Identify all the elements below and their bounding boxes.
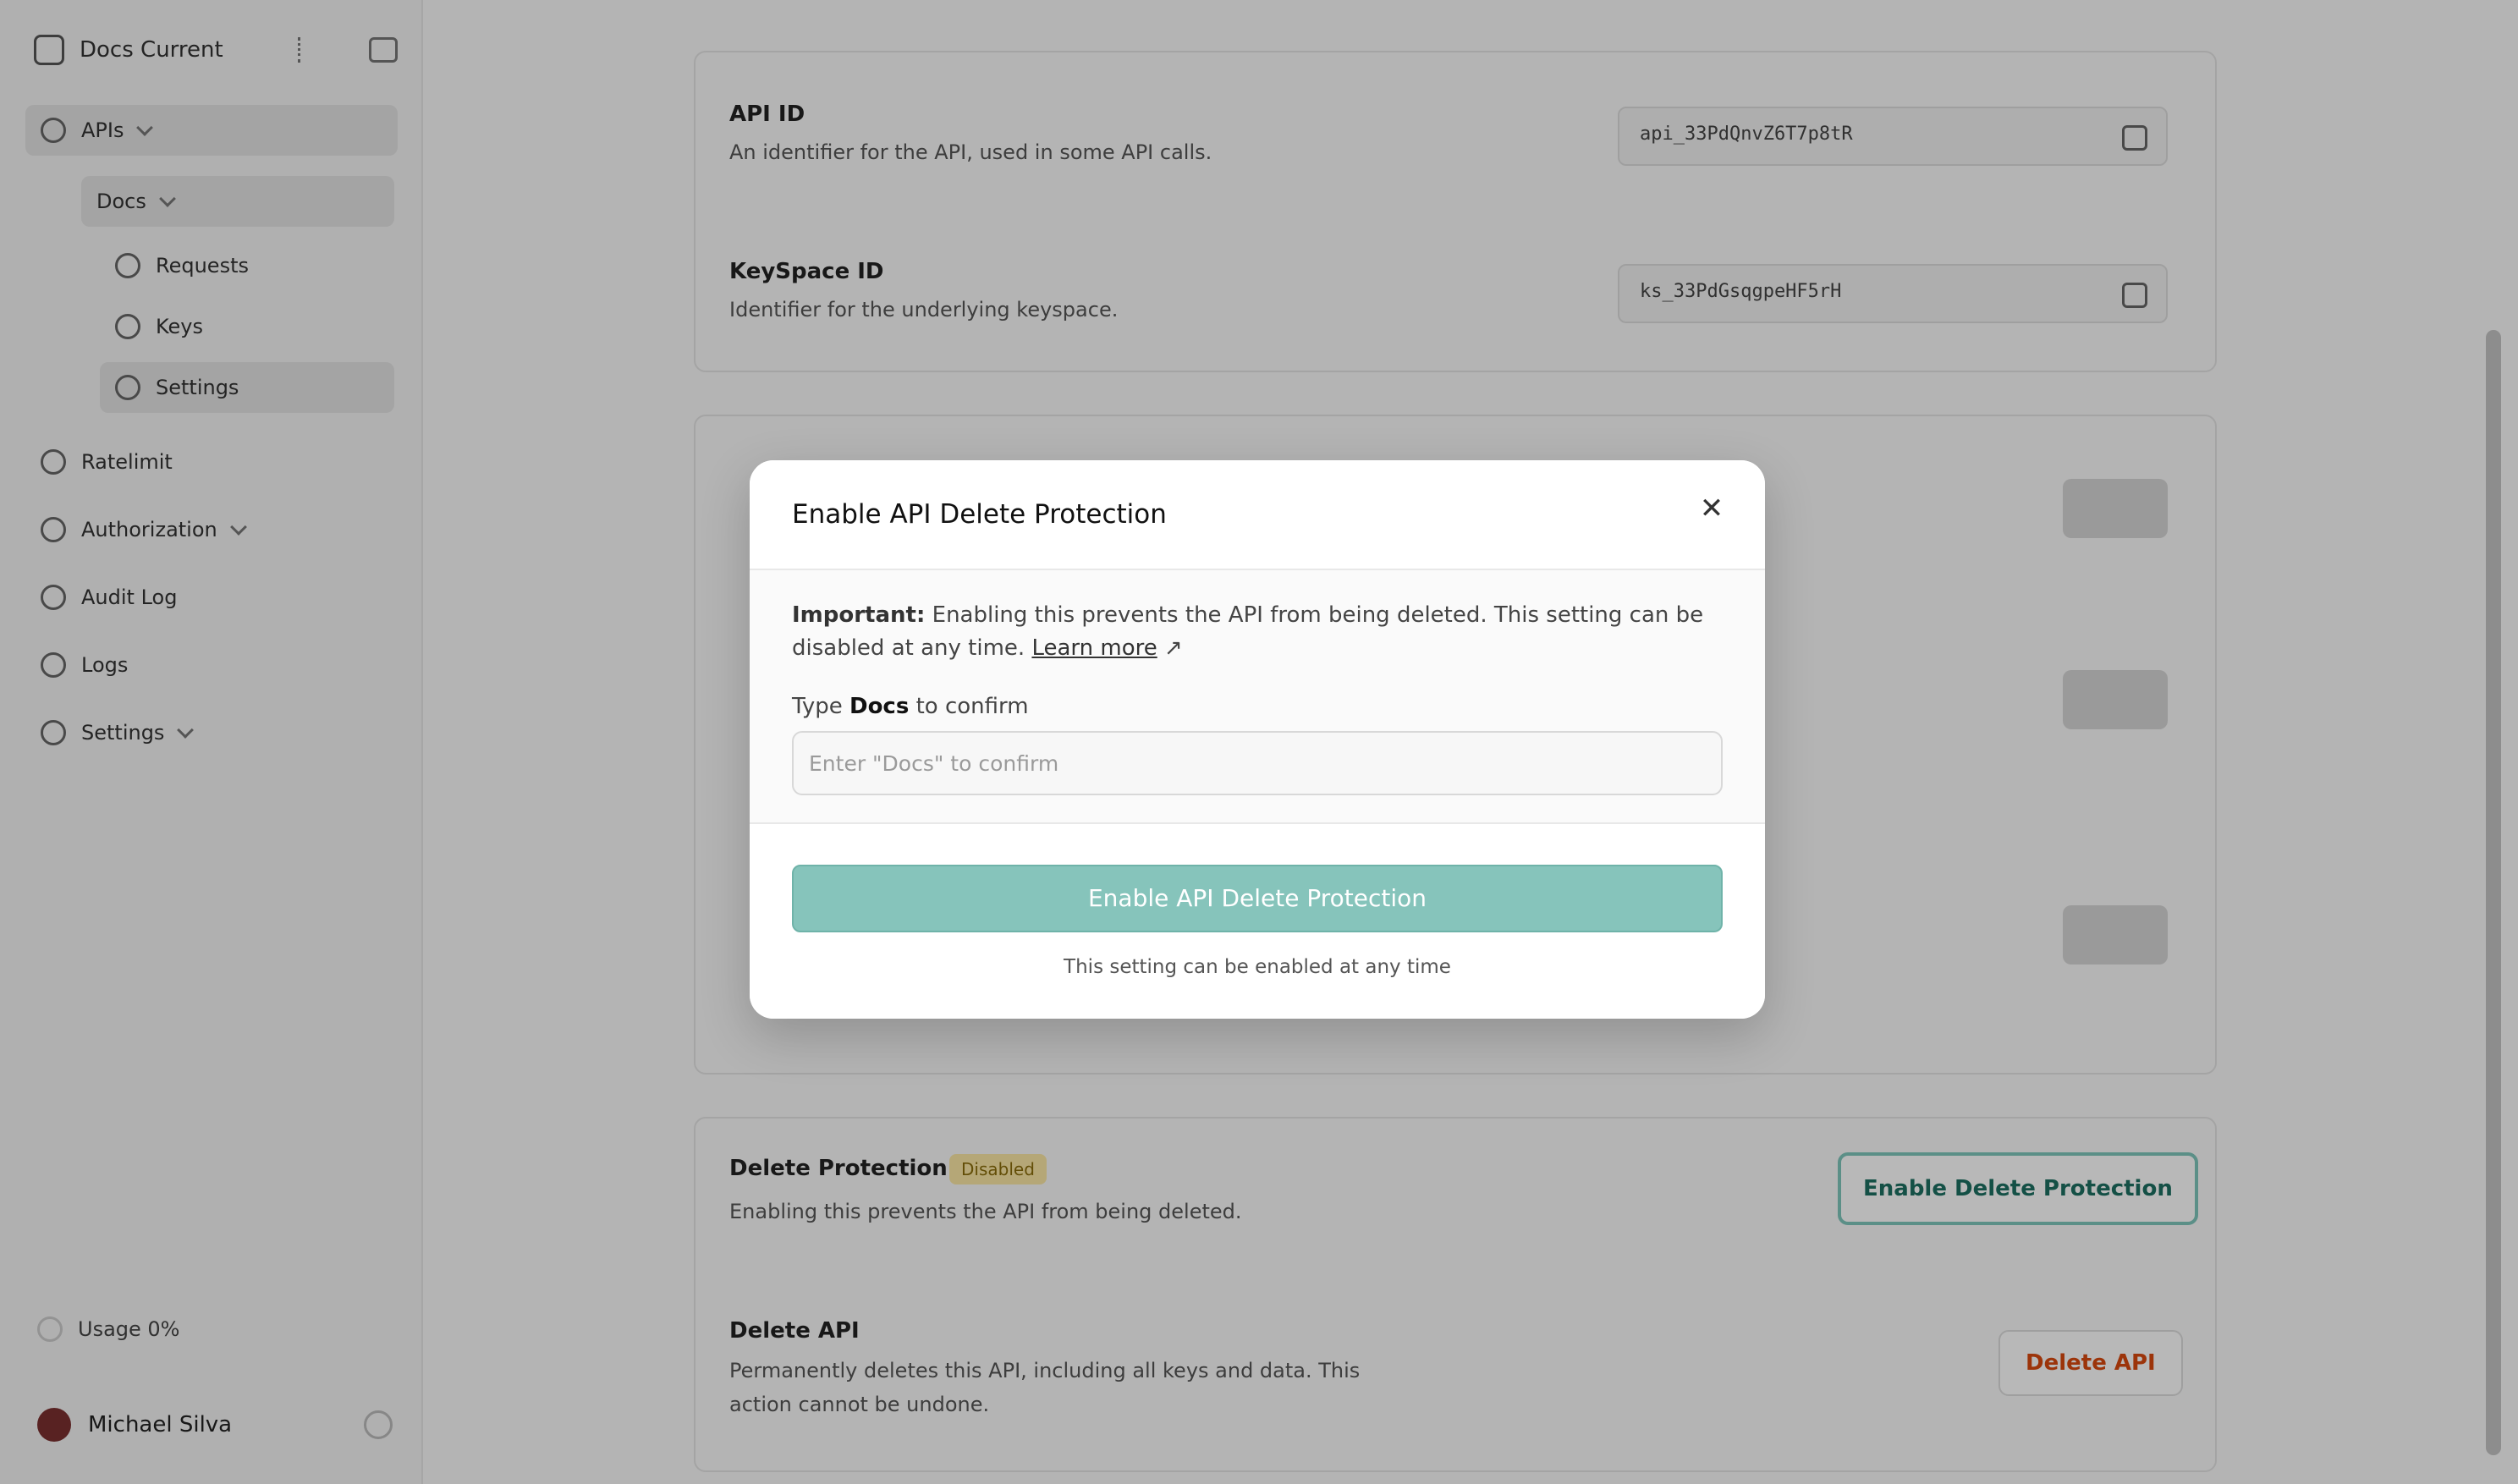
delete-protection-dialog: Enable API Delete Protection ✕ Important… [750,460,1765,1019]
important-text: Enabling this prevents the API from bein… [792,602,1704,661]
dialog-header: Enable API Delete Protection ✕ [750,460,1765,570]
confirm-prefix: Type [792,694,849,719]
close-icon[interactable]: ✕ [1691,487,1733,530]
external-link-icon[interactable]: ↗ [1164,635,1183,661]
learn-more-link[interactable]: Learn more [1031,635,1157,661]
dialog-message: Important: Enabling this prevents the AP… [792,599,1723,665]
confirm-word: Docs [849,694,910,719]
enable-api-delete-protection-button[interactable]: Enable API Delete Protection [792,865,1723,932]
footer-note: This setting can be enabled at any time [1064,956,1451,978]
important-label: Important: [792,602,926,628]
confirm-label: Type Docs to confirm [792,694,1029,719]
dialog-title: Enable API Delete Protection [792,499,1167,530]
dialog-footer: Enable API Delete Protection This settin… [750,822,1765,1019]
confirm-input[interactable] [792,731,1723,795]
confirm-suffix: to confirm [909,694,1029,719]
